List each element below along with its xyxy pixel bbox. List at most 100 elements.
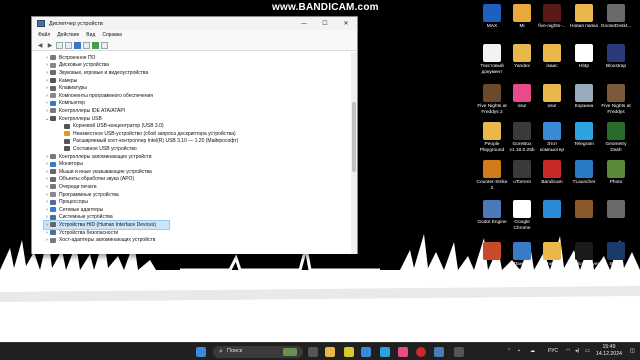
tree-item[interactable]: › Системные устройства: [44, 214, 112, 222]
start-icon[interactable]: [196, 347, 206, 357]
desktop-shortcut[interactable]: TLauncher: [568, 160, 600, 186]
tree-item[interactable]: › Мыши и иные указывающие устройства: [44, 168, 152, 176]
tree-item[interactable]: Корневой USB-концентратор (USB 3.0): [58, 122, 164, 130]
language-indicator[interactable]: РУС: [548, 348, 558, 354]
tree-item[interactable]: › Компьютер: [44, 100, 85, 108]
desktop-shortcut[interactable]: Geometry Dash: [600, 122, 632, 153]
tray-app-icon[interactable]: ▪: [518, 348, 520, 354]
tree-item[interactable]: › Мониторы: [44, 160, 83, 168]
tree-item[interactable]: › Дисковые устройства: [44, 62, 109, 70]
tree-item[interactable]: › Контроллеры запоминающих устройств: [44, 153, 151, 161]
tree-item[interactable]: › Встроенное ПО: [44, 54, 95, 62]
desktop-shortcut[interactable]: Bloxstrap: [600, 44, 632, 70]
desktop-shortcut[interactable]: isaac: [536, 44, 568, 70]
desktop-shortcut[interactable]: Новая папка: [568, 4, 600, 30]
desktop-shortcut[interactable]: [476, 242, 508, 262]
desktop-shortcut[interactable]: [568, 200, 600, 220]
search-box[interactable]: ⌕ Поиск: [213, 346, 303, 358]
desktop-shortcut[interactable]: People Playground: [476, 122, 508, 153]
properties-icon[interactable]: [56, 41, 63, 49]
desktop-shortcut[interactable]: Roblox Player: [568, 242, 600, 268]
tree-item[interactable]: › Звуковые, игровые и видеоустройства: [44, 69, 148, 77]
desktop-shortcut[interactable]: Telegram: [568, 122, 600, 148]
desktop-shortcut[interactable]: Этот компьютер: [536, 122, 568, 153]
tree-item[interactable]: › Клавиатуры: [44, 84, 87, 92]
desktop-shortcut[interactable]: osu!: [536, 84, 568, 110]
volume-icon[interactable]: ◂): [575, 348, 579, 354]
tree-item[interactable]: › Программные устройства: [44, 191, 119, 199]
device-manager-taskbar-icon[interactable]: [434, 347, 444, 357]
desktop-shortcut[interactable]: Five Nights at Freddys 2: [476, 84, 508, 115]
desktop-shortcut[interactable]: GooseDeskt...: [600, 4, 632, 30]
title-bar[interactable]: Диспетчер устройств — ☐ ✕: [32, 17, 357, 30]
update-driver-icon[interactable]: [83, 41, 90, 49]
notification-icon[interactable]: ◫: [630, 348, 635, 354]
menu-file[interactable]: Файл: [38, 32, 50, 38]
back-arrow-icon[interactable]: ◀: [36, 41, 44, 49]
desktop-shortcut[interactable]: Five Nights at Freddys: [600, 84, 632, 115]
desktop-shortcut[interactable]: Корзина: [568, 84, 600, 110]
desktop-shortcut[interactable]: Steam: [600, 242, 632, 268]
menu-action[interactable]: Действие: [57, 32, 79, 38]
desktop-shortcut[interactable]: [536, 200, 568, 220]
monitor-icon[interactable]: [101, 41, 108, 49]
device-manager-window[interactable]: Диспетчер устройств — ☐ ✕ Файл Действие …: [31, 16, 358, 254]
telegram-icon[interactable]: [380, 347, 390, 357]
tree-item[interactable]: ⌄ Контроллеры USB: [44, 115, 102, 123]
close-button[interactable]: ✕: [337, 17, 355, 30]
battery-icon[interactable]: ▭: [585, 348, 590, 354]
tree-item[interactable]: › Устройства HID (Human Interface Devices…: [43, 220, 170, 230]
tree-item[interactable]: › Компоненты программного обеспечения: [44, 92, 153, 100]
desktop-shortcut[interactable]: Yandex: [506, 44, 538, 70]
device-tree[interactable]: › Встроенное ПО › Дисковые устройства › Звуко…: [32, 52, 352, 254]
desktop-shortcut[interactable]: Google Chrome: [506, 200, 538, 231]
osu-icon[interactable]: [398, 347, 408, 357]
tray-chevron-icon[interactable]: ⌃: [507, 348, 511, 354]
scan-hardware-icon[interactable]: [92, 41, 99, 49]
wifi-icon[interactable]: ◠: [566, 348, 570, 354]
desktop-shortcut[interactable]: five-nights-...: [536, 4, 568, 30]
tree-item[interactable]: Неизвестное USB-устройство (сбой запроса…: [58, 130, 236, 138]
desktop-shortcut[interactable]: [600, 200, 632, 220]
desktop-shortcut[interactable]: uTorrent: [506, 160, 538, 186]
tray-cloud-icon[interactable]: ☁: [530, 348, 535, 354]
tree-item[interactable]: › Очереди печати: [44, 183, 96, 191]
tree-item[interactable]: › Процессоры: [44, 198, 88, 206]
minimize-button[interactable]: —: [295, 17, 313, 30]
desktop-shortcut[interactable]: Minecraft Installer: [536, 242, 568, 273]
desktop-shortcut[interactable]: MAX: [476, 4, 508, 30]
device-list-icon[interactable]: [65, 41, 72, 49]
tree-item[interactable]: › Хост-адаптеры запоминающих устройств: [44, 236, 155, 244]
maximize-button[interactable]: ☐: [316, 17, 334, 30]
tree-item[interactable]: Расширяемый хост-контроллер Intel(R) USB…: [58, 138, 238, 146]
vertical-scrollbar[interactable]: [351, 52, 357, 254]
menu-view[interactable]: Вид: [86, 32, 95, 38]
menu-help[interactable]: Справка: [102, 32, 122, 38]
help-icon[interactable]: [74, 41, 81, 49]
desktop-shortcut[interactable]: Hbtp: [568, 44, 600, 70]
tree-item[interactable]: › Сетевые адаптеры: [44, 206, 103, 214]
desktop-shortcut[interactable]: Counter-Strike 2: [476, 160, 508, 191]
task-view-icon[interactable]: [308, 347, 318, 357]
desktop-shortcut[interactable]: Панель управления: [506, 242, 538, 273]
desktop-shortcut[interactable]: Текстовый документ: [476, 44, 508, 75]
tree-item[interactable]: › Камеры: [44, 77, 77, 85]
desktop-shortcut[interactable]: Photo: [600, 160, 632, 186]
file-explorer-icon[interactable]: [325, 347, 335, 357]
scrollbar-thumb[interactable]: [352, 102, 356, 172]
clock[interactable]: 15:49 14.12.2024: [596, 344, 622, 358]
tree-item[interactable]: › Контроллеры IDE ATA/ATAPI: [44, 107, 125, 115]
desktop-shortcut[interactable]: Bandicam: [536, 160, 568, 186]
desktop-shortcut[interactable]: Godot Engine: [476, 200, 508, 226]
bandicam-icon[interactable]: [416, 347, 426, 357]
desktop-shortcut[interactable]: GoreBox v1.16.0.25b: [506, 122, 538, 153]
tree-item[interactable]: Составное USB устройство: [58, 145, 137, 153]
tree-item[interactable]: › Устройства безопасности: [44, 229, 118, 237]
tree-item[interactable]: › Объекты обработки звука (APO): [44, 176, 134, 184]
app-icon[interactable]: [454, 347, 464, 357]
yandex-browser-icon[interactable]: [344, 347, 354, 357]
desktop-shortcut[interactable]: Mi: [506, 4, 538, 30]
desktop-shortcut[interactable]: osu!: [506, 84, 538, 110]
store-icon[interactable]: [361, 347, 371, 357]
forward-arrow-icon[interactable]: ▶: [46, 41, 54, 49]
